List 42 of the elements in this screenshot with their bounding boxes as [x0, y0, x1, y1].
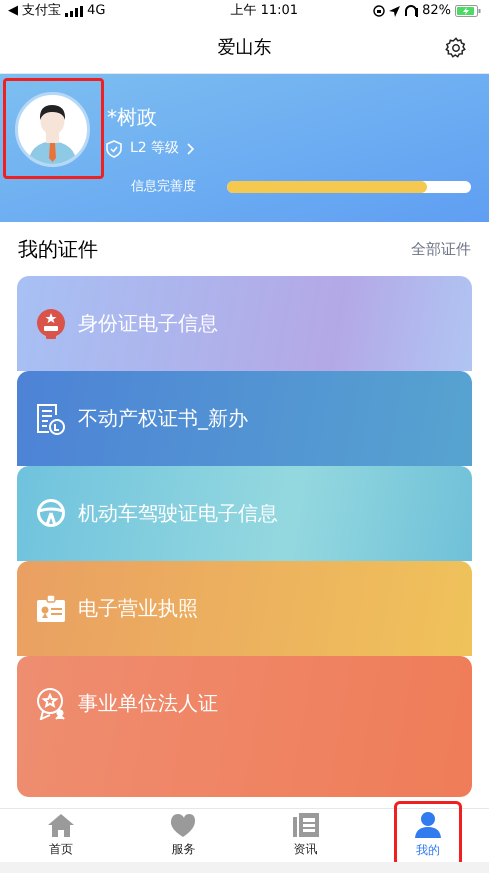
certificate-card[interactable]: 不动产权证书_新办: [17, 371, 472, 466]
home-icon: [48, 813, 74, 837]
signal-icon: [65, 6, 84, 16]
shield-check-icon: [106, 140, 122, 158]
tab-bar-item[interactable]: 资讯: [244, 809, 367, 862]
back-app-label[interactable]: ◀ 支付宝: [8, 1, 62, 21]
settings-icon[interactable]: [445, 37, 467, 59]
tab-bar-item[interactable]: 首页: [0, 809, 122, 862]
document-icon: [36, 403, 66, 435]
emblem-icon: [36, 308, 66, 340]
headphones-icon: [404, 5, 418, 17]
certificate-card[interactable]: 事业单位法人证: [17, 656, 472, 797]
battery-percent: 82%: [422, 2, 451, 20]
page-title: 爱山东: [218, 36, 272, 60]
steering-wheel-icon: [36, 498, 66, 528]
newspaper-icon: [292, 813, 319, 837]
user-name: *树政: [107, 104, 157, 131]
award-icon: [36, 688, 66, 720]
card-title: 事业单位法人证: [78, 690, 218, 717]
person-icon: [414, 812, 441, 838]
card-title: 电子营业执照: [78, 595, 198, 622]
location-icon: [389, 6, 400, 16]
all-certificates-link[interactable]: 全部证件: [411, 238, 471, 260]
card-title: 身份证电子信息: [78, 310, 218, 337]
tab-label: 服务: [171, 841, 196, 858]
completeness-label: 信息完善度: [131, 178, 196, 196]
tab-bar-item[interactable]: 服务: [122, 809, 244, 862]
battery-icon: [454, 5, 481, 17]
clock: 上午 11:01: [230, 2, 298, 20]
tab-label: 资讯: [294, 841, 318, 858]
chevron-right-icon: [187, 142, 196, 154]
card-title: 不动产权证书_新办: [78, 405, 248, 432]
tab-bar-item[interactable]: 我的: [366, 809, 489, 862]
tab-label: 首页: [49, 841, 74, 858]
heart-icon: [170, 813, 196, 837]
id-badge-icon: [36, 593, 66, 623]
level-link[interactable]: L2 等级: [106, 138, 196, 159]
network-label: 4G: [87, 2, 106, 20]
lock-rotation-icon: [373, 5, 386, 17]
card-title: 机动车驾驶证电子信息: [78, 500, 278, 527]
tab-label: 我的: [416, 842, 440, 859]
section-title: 我的证件: [18, 236, 98, 263]
